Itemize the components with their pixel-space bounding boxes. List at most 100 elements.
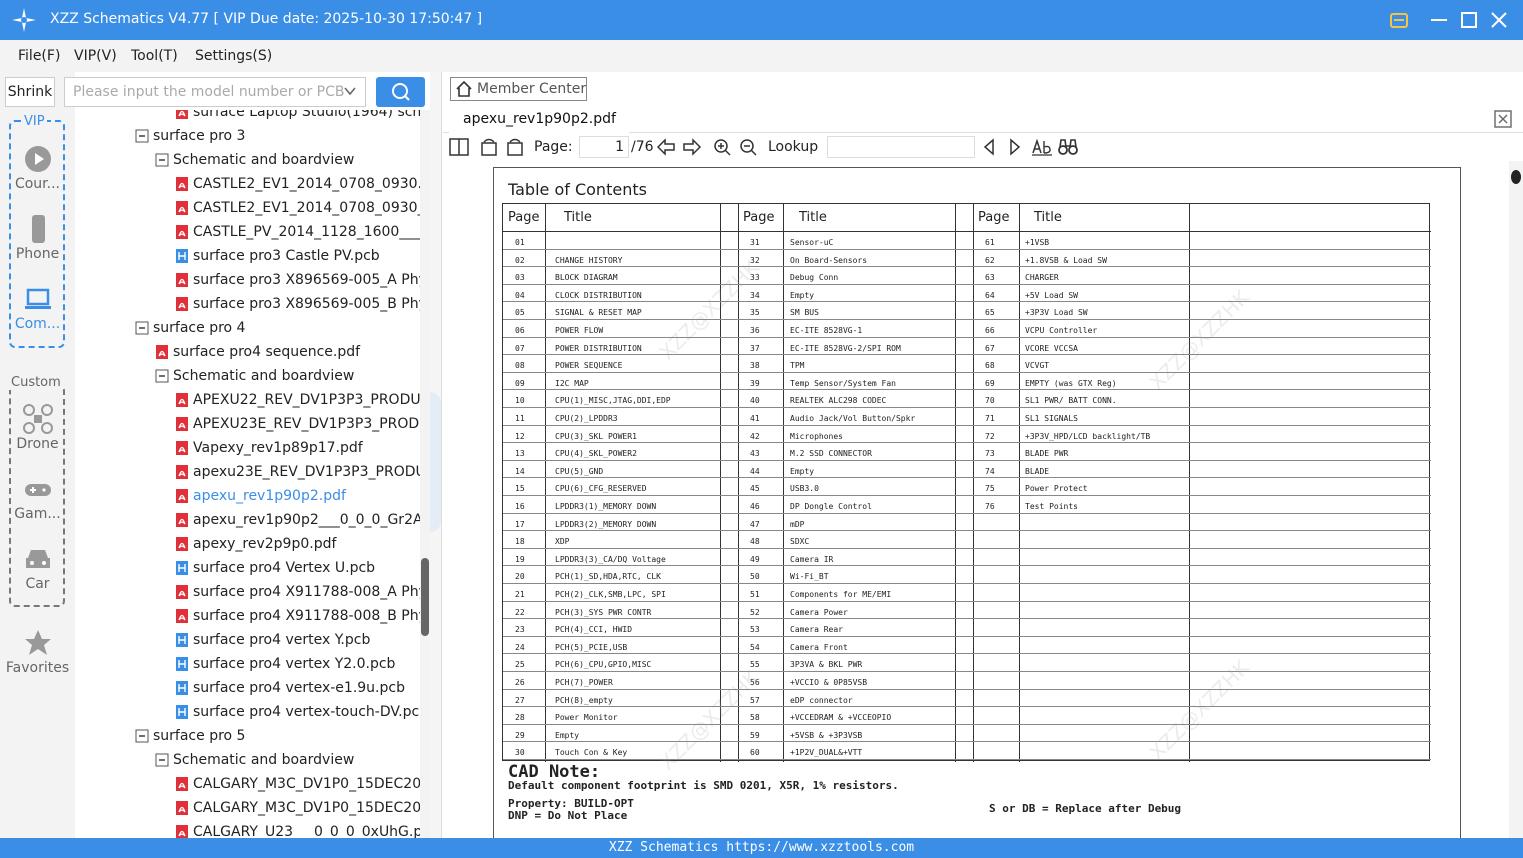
tree-file[interactable]: apexy_rev2p9p0.pdf <box>175 532 420 556</box>
toc-page-title[interactable]: I2C MAP <box>555 379 589 389</box>
toc-page-title[interactable]: CPU(6)_CFG_RESERVED <box>555 484 647 494</box>
toc-page-title[interactable]: +5VSB & +3P3VSB <box>790 731 862 741</box>
toc-page-title[interactable]: VCPU Controller <box>1025 326 1097 336</box>
toc-page-title[interactable]: +1VSB <box>1025 238 1049 248</box>
toc-page-title[interactable]: Touch Con & Key <box>555 748 627 758</box>
toc-page-title[interactable]: +1P2V_DUAL&+VTT <box>790 748 862 758</box>
toc-page-title[interactable]: Temp Sensor/System Fan <box>790 379 896 389</box>
tree-file[interactable]: apexu_rev1p90p2___0_0_0_Gr2AV. <box>175 508 420 532</box>
member-center-button[interactable]: Member Center <box>450 77 587 101</box>
tree-file[interactable]: apexu23E_REV_DV1P3P3_PRODU <box>175 460 420 484</box>
toc-page-title[interactable]: Power Monitor <box>555 713 618 723</box>
tree-file[interactable]: surface pro3 X896569-005_B Phys <box>175 292 420 316</box>
toc-page-title[interactable]: CPU(5)_GND <box>555 467 603 477</box>
nav-courses[interactable]: Cour... <box>0 144 75 204</box>
tree-file[interactable]: surface pro4 vertex-touch-DV.pcb <box>175 700 420 724</box>
toc-page-title[interactable]: +3P3V_HPD/LCD backlight/TB <box>1025 432 1150 442</box>
toc-page-title[interactable]: VCVGT <box>1025 361 1049 371</box>
tree-file[interactable]: CALGARY_M3C_DV1P0_15DEC201 <box>175 772 420 796</box>
vip-crown-icon[interactable] <box>1388 8 1410 32</box>
tree-folder[interactable]: surface pro 5 <box>135 724 420 748</box>
toc-page-title[interactable]: +VCCEDRAM & +VCCEOPIO <box>790 713 891 723</box>
toc-page-title[interactable]: 3P3VA & BKL PWR <box>790 660 862 670</box>
tree-file[interactable]: CALGARY_U23___0_0_0_0xUhG.pdf <box>175 820 420 838</box>
tree-file[interactable]: surface pro4 sequence.pdf <box>155 340 420 364</box>
tree-file[interactable]: surface pro4 vertex-e1.9u.pcb <box>175 676 420 700</box>
toc-page-title[interactable]: CPU(3)_SKL POWER1 <box>555 432 637 442</box>
zoom-out-icon[interactable] <box>739 138 759 156</box>
model-search-input[interactable]: Please input the model number or PCB <box>64 77 366 107</box>
binoculars-icon[interactable] <box>1057 138 1079 156</box>
tree-folder[interactable]: Schematic and boardview <box>155 364 420 388</box>
toc-page-title[interactable]: Camera Power <box>790 608 848 618</box>
toc-page-title[interactable]: PCH(6)_CPU,GPIO,MISC <box>555 660 651 670</box>
toc-page-title[interactable]: SL1 PWR/ BATT CONN. <box>1025 396 1117 406</box>
tree-file[interactable]: CASTLE2_EV1_2014_0708_0930.pdf <box>175 172 420 196</box>
collapse-icon[interactable] <box>155 753 169 767</box>
next-page-icon[interactable] <box>682 138 702 156</box>
rotate-left-icon[interactable] <box>479 138 499 156</box>
tree-file[interactable]: apexu_rev1p90p2.pdf <box>175 484 420 508</box>
toc-page-title[interactable]: CPU(2)_LPDDR3 <box>555 414 618 424</box>
search-button[interactable] <box>376 77 425 107</box>
nav-computer[interactable]: Com... <box>0 284 75 344</box>
toc-page-title[interactable]: TPM <box>790 361 804 371</box>
tree-file[interactable]: CASTLE_PV_2014_1128_1600___0_0 <box>175 220 420 244</box>
toc-page-title[interactable]: SDXC <box>790 537 809 547</box>
toc-page-title[interactable]: SL1 SIGNALS <box>1025 414 1078 424</box>
menu-settings[interactable]: Settings(S) <box>195 48 272 64</box>
toc-page-title[interactable]: LPDDR3(1)_MEMORY DOWN <box>555 502 656 512</box>
toc-page-title[interactable]: Wi-Fi_BT <box>790 572 829 582</box>
scroll-thumb-icon[interactable] <box>1510 169 1522 185</box>
toc-page-title[interactable]: Test Points <box>1025 502 1078 512</box>
close-icon[interactable] <box>1488 8 1510 32</box>
toc-page-title[interactable]: SM BUS <box>790 308 819 318</box>
find-next-icon[interactable] <box>1007 138 1023 156</box>
toc-page-title[interactable]: EC-ITE 8528VG-1 <box>790 326 862 336</box>
tree-folder[interactable]: surface pro 3 <box>135 124 420 148</box>
tree-file[interactable]: APEXU22_REV_DV1P3P3_PRODUC <box>175 388 420 412</box>
collapse-icon[interactable] <box>135 729 149 743</box>
toc-page-title[interactable]: BLADE PWR <box>1025 449 1068 459</box>
nav-phone[interactable]: Phone <box>0 214 75 274</box>
tree-file[interactable]: Vapexy_rev1p89p17.pdf <box>175 436 420 460</box>
maximize-icon[interactable] <box>1458 8 1480 32</box>
toc-page-title[interactable]: CPU(4)_SKL_POWER2 <box>555 449 637 459</box>
toc-page-title[interactable]: LPDDR3(3)_CA/DQ Voltage <box>555 555 666 565</box>
toc-page-title[interactable]: Microphones <box>790 432 843 442</box>
nav-drone[interactable]: Drone <box>0 404 75 464</box>
toc-page-title[interactable]: Components for ME/EMI <box>790 590 891 600</box>
toc-page-title[interactable]: Camera Rear <box>790 625 843 635</box>
toc-page-title[interactable]: USB3.0 <box>790 484 819 494</box>
tree-file[interactable]: surface pro4 Vertex U.pcb <box>175 556 420 580</box>
tree-file[interactable]: surface pro3 X896569-005_A Phys <box>175 268 420 292</box>
toc-page-title[interactable]: PCH(1)_SD,HDA,RTC, CLK <box>555 572 661 582</box>
tree-scrollbar[interactable] <box>420 110 430 838</box>
toc-page-title[interactable]: POWER SEQUENCE <box>555 361 622 371</box>
tree-file[interactable]: surface pro4 vertex Y2.0.pcb <box>175 652 420 676</box>
match-case-icon[interactable] <box>1031 138 1053 156</box>
chevron-down-icon[interactable] <box>343 84 357 98</box>
tree-file[interactable]: surface pro4 X911788-008_A Phys <box>175 580 420 604</box>
tree-file[interactable]: APEXU23E_REV_DV1P3P3_PRODU <box>175 412 420 436</box>
toc-page-title[interactable]: CHANGE HISTORY <box>555 256 622 266</box>
page-number-input[interactable]: 1 <box>579 136 629 158</box>
toc-page-title[interactable]: CHARGER <box>1025 273 1059 283</box>
toc-page-title[interactable]: Power Protect <box>1025 484 1088 494</box>
tab-document[interactable]: apexu_rev1p90p2.pdf <box>449 105 629 133</box>
menu-vip[interactable]: VIP(V) <box>74 48 117 64</box>
nav-favorites[interactable]: Favorites <box>0 628 75 688</box>
toc-page-title[interactable]: CPU(1)_MISC,JTAG,DDI,EDP <box>555 396 671 406</box>
toc-page-title[interactable]: DP Dongle Control <box>790 502 872 512</box>
toc-page-title[interactable]: On Board-Sensors <box>790 256 867 266</box>
menu-file[interactable]: File(F) <box>18 48 60 64</box>
collapse-icon[interactable] <box>135 321 149 335</box>
tree-folder[interactable]: Schematic and boardview <box>155 148 420 172</box>
nav-game[interactable]: Gam... <box>0 474 75 534</box>
toc-page-title[interactable]: PCH(4)_CCI, HWID <box>555 625 632 635</box>
toc-page-title[interactable]: PCH(8)_empty <box>555 696 613 706</box>
toc-page-title[interactable]: BLADE <box>1025 467 1049 477</box>
toc-page-title[interactable]: mDP <box>790 520 804 530</box>
toc-page-title[interactable]: M.2 SSD CONNECTOR <box>790 449 872 459</box>
rotate-right-icon[interactable] <box>505 138 525 156</box>
